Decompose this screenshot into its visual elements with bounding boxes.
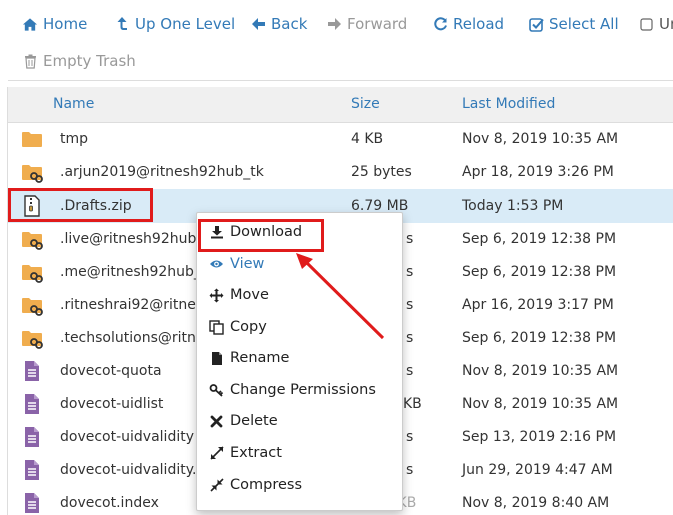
annotation-arrow-icon	[296, 253, 385, 340]
